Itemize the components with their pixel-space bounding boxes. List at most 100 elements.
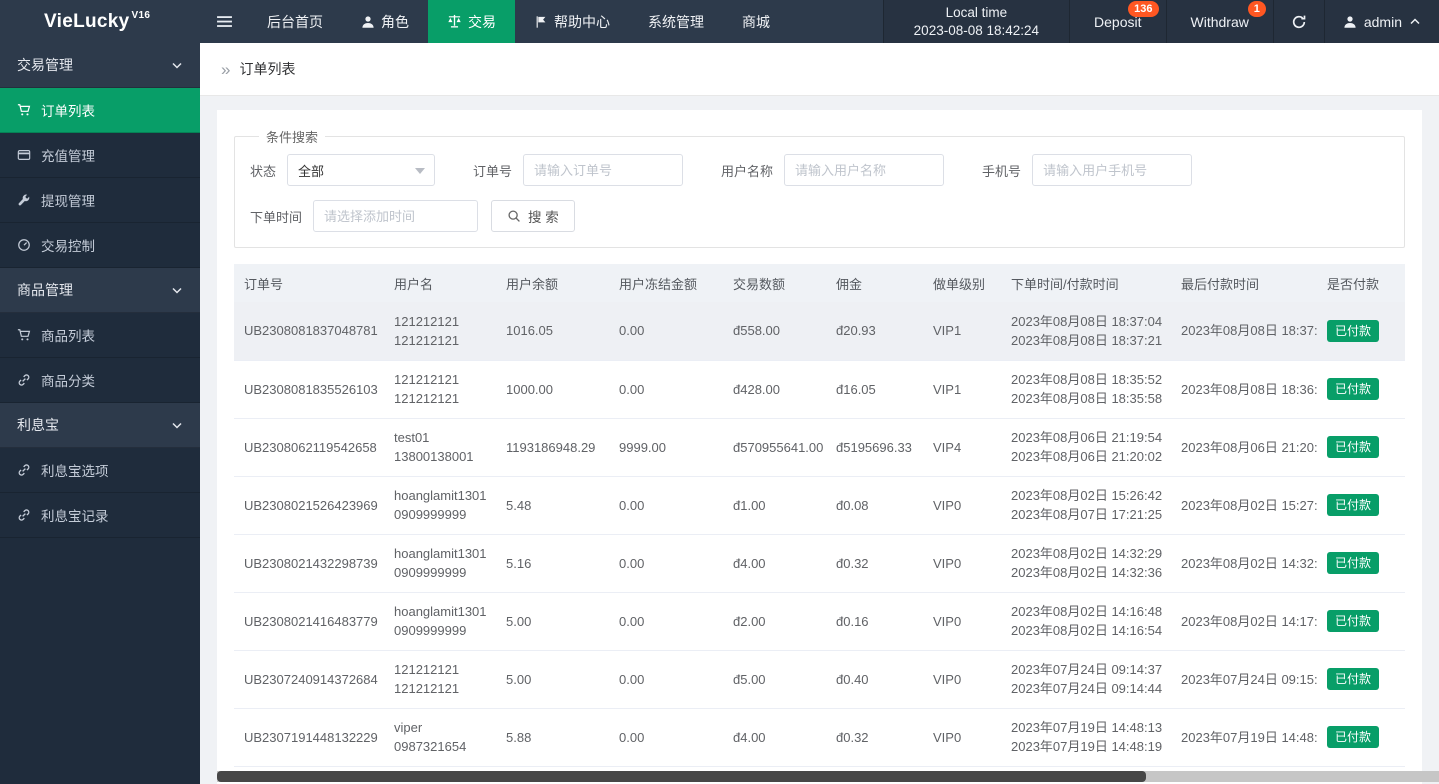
deposit-count-badge: 136 <box>1128 1 1159 17</box>
order-time-input[interactable] <box>313 200 479 232</box>
table-cell: 2023年08月06日 21:20:24 <box>1171 418 1317 477</box>
sidebar-item-交易控制[interactable]: 交易控制 <box>0 223 200 268</box>
table-cell: VIP0 <box>923 708 1001 767</box>
order-no-input[interactable] <box>523 154 684 186</box>
search-button-label: 搜 索 <box>528 210 559 225</box>
table-cell: 0.00 <box>609 360 723 419</box>
table-row[interactable]: UB2308021416483779 hoanglamit1301 09099999… <box>234 592 1405 651</box>
table-cell: 已付款 <box>1317 476 1405 535</box>
table-cell: 0.00 <box>609 708 723 767</box>
table-cell: 1193186948.29 <box>496 418 609 477</box>
table-cell: đ0.16 <box>826 592 923 651</box>
top-menu-item-label: 交易 <box>468 13 496 30</box>
refresh-button[interactable] <box>1272 0 1324 43</box>
user-icon <box>361 15 375 29</box>
table-cell: 9999.00 <box>609 418 723 477</box>
sidebar-group-header[interactable]: 商品管理 <box>0 268 200 313</box>
sidebar-group-label: 利息宝 <box>17 417 59 433</box>
logo-version: V16 <box>131 10 151 21</box>
top-menu-item-label: 后台首页 <box>267 13 323 30</box>
deposit-button[interactable]: Deposit 136 <box>1069 0 1165 43</box>
top-menu-item[interactable]: 系统管理 <box>629 0 723 43</box>
top-menu-item-label: 系统管理 <box>648 13 704 30</box>
table-cell: 已付款 <box>1317 360 1405 419</box>
app-logo: VieLucky V16 <box>0 0 200 43</box>
table-header-cell: 用户余额 <box>496 264 609 302</box>
table-header-cell: 最后付款时间 <box>1171 264 1317 302</box>
table-row[interactable]: UB2308021432298739 hoanglamit1301 09099999… <box>234 534 1405 593</box>
table-row[interactable]: UB2308081835526103 121212121 121212121 1000… <box>234 360 1405 419</box>
top-menu-item[interactable]: 帮助中心 <box>515 0 629 43</box>
top-menu-item-label: 商城 <box>742 13 770 30</box>
top-menu-item[interactable]: 后台首页 <box>248 0 342 43</box>
username-input[interactable] <box>784 154 945 186</box>
table-header-cell: 下单时间/付款时间 <box>1001 264 1171 302</box>
paid-status-badge: 已付款 <box>1327 726 1380 748</box>
sidebar-item-label: 商品分类 <box>41 374 95 389</box>
table-cell: 5.88 <box>496 708 609 767</box>
horizontal-scrollbar-track[interactable] <box>217 771 1439 782</box>
table-cell: đ5.00 <box>723 650 826 709</box>
table-cell: 2023年08月02日 14:32:59 <box>1171 534 1317 593</box>
topbar-right: Local time 2023-08-08 18:42:24 Deposit 1… <box>882 0 1439 43</box>
horizontal-scrollbar-thumb[interactable] <box>217 771 1146 782</box>
table-cell: UB2308021416483779 <box>234 592 384 651</box>
sidebar-item-商品列表[interactable]: 商品列表 <box>0 313 200 358</box>
table-row[interactable]: UB2308062119542658 test01 13800138001 11931… <box>234 418 1405 477</box>
table-cell: 0.00 <box>609 302 723 361</box>
sidebar-item-利息宝记录[interactable]: 利息宝记录 <box>0 493 200 538</box>
paid-status-badge: 已付款 <box>1327 668 1380 690</box>
username-label: 用户名称 <box>721 163 774 179</box>
table-cell: đ0.40 <box>826 650 923 709</box>
table-row[interactable]: UB2307240914372684 121212121 121212121 5.00… <box>234 650 1405 709</box>
paid-status-badge: 已付款 <box>1327 610 1380 632</box>
sidebar-group-label: 交易管理 <box>17 57 73 73</box>
link-icon <box>17 373 31 387</box>
table-row[interactable]: UB2307191448132229 viper 0987321654 5.88 0.0… <box>234 708 1405 767</box>
table-cell: 0.00 <box>609 592 723 651</box>
phone-input[interactable] <box>1032 154 1193 186</box>
table-cell: hoanglamit1301 0909999999 <box>384 534 496 593</box>
table-cell: 2023年08月08日 18:36:22 <box>1171 360 1317 419</box>
search-button[interactable]: 搜 索 <box>491 200 575 232</box>
table-cell: 1000.00 <box>496 360 609 419</box>
status-select[interactable]: 全部 <box>287 154 436 186</box>
withdraw-button[interactable]: Withdraw 1 <box>1165 0 1273 43</box>
table-cell: 0.00 <box>609 476 723 535</box>
top-menu-item[interactable]: 商城 <box>723 0 789 43</box>
admin-menu[interactable]: admin <box>1323 0 1439 43</box>
table-cell: 0.00 <box>609 534 723 593</box>
table-cell: 2023年08月02日 14:16:48 2023年08月02日 14:16:54 <box>1001 592 1171 651</box>
search-icon <box>507 209 521 223</box>
table-cell: hoanglamit1301 0909999999 <box>384 476 496 535</box>
card-icon <box>17 148 31 162</box>
table-cell: 2023年08月02日 14:32:29 2023年08月02日 14:32:36 <box>1001 534 1171 593</box>
table-cell: 5.00 <box>496 592 609 651</box>
cart-icon <box>17 103 31 117</box>
sidebar-item-利息宝选项[interactable]: 利息宝选项 <box>0 448 200 493</box>
sidebar-toggle-button[interactable] <box>200 0 248 43</box>
table-row[interactable]: UB2308081837048781 121212121 121212121 1016… <box>234 302 1405 361</box>
search-panel-legend: 条件搜索 <box>266 130 319 145</box>
table-cell: hoanglamit1301 0909999999 <box>384 592 496 651</box>
sidebar-item-提现管理[interactable]: 提现管理 <box>0 178 200 223</box>
sidebar-group-header[interactable]: 利息宝 <box>0 403 200 448</box>
sidebar-item-订单列表[interactable]: 订单列表 <box>0 88 200 133</box>
table-cell: VIP0 <box>923 476 1001 535</box>
refresh-icon <box>1291 14 1307 30</box>
table-cell: đ570955641.00 <box>723 418 826 477</box>
sidebar-item-充值管理[interactable]: 充值管理 <box>0 133 200 178</box>
table-cell: 2023年08月08日 18:37:34 <box>1171 302 1317 361</box>
top-menu-item[interactable]: 交易 <box>428 0 515 43</box>
table-cell: VIP1 <box>923 302 1001 361</box>
sidebar-group-header[interactable]: 交易管理 <box>0 43 200 88</box>
sidebar-item-商品分类[interactable]: 商品分类 <box>0 358 200 403</box>
table-cell: viper 0987321654 <box>384 708 496 767</box>
top-menu: 后台首页 角色 交易 帮助中心 系统管理 商城 <box>248 0 789 43</box>
table-cell: đ1.00 <box>723 476 826 535</box>
status-select-value: 全部 <box>298 163 325 179</box>
top-menu-item[interactable]: 角色 <box>342 0 428 43</box>
table-row[interactable]: UB2308021526423969 hoanglamit1301 09099999… <box>234 476 1405 535</box>
chevron-down-icon <box>171 419 183 431</box>
table-cell: VIP0 <box>923 534 1001 593</box>
